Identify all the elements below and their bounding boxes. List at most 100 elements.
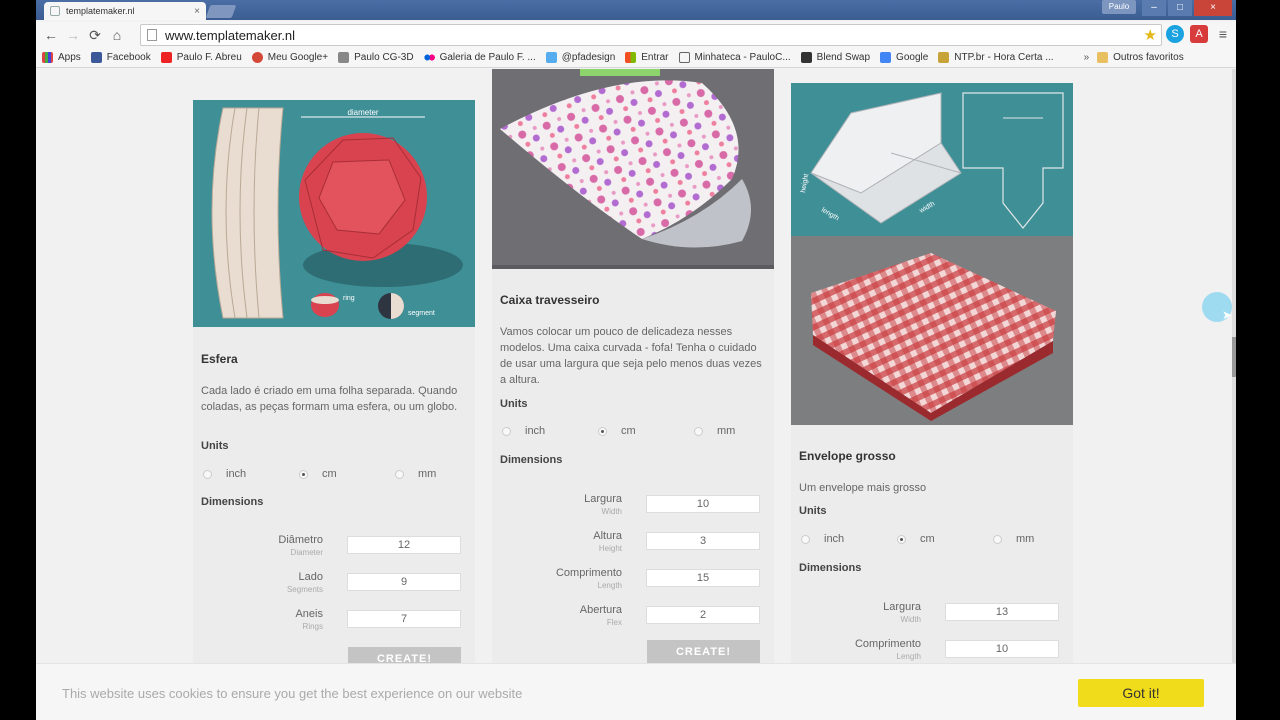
- diameter-input[interactable]: [347, 536, 461, 554]
- back-button[interactable]: ←: [40, 27, 62, 43]
- sphere-template-image[interactable]: diameter ring segment: [193, 100, 475, 327]
- radio-button-selected[interactable]: [598, 426, 607, 436]
- folder-icon: [1097, 52, 1109, 63]
- radio-button[interactable]: [801, 534, 810, 544]
- url-text: www.templatemaker.nl: [165, 27, 296, 43]
- radio-button[interactable]: [203, 469, 212, 479]
- pillow-box-image[interactable]: [492, 69, 774, 269]
- unit-radio-inch[interactable]: inch: [203, 468, 299, 480]
- bookmark-minhateca[interactable]: Minhateca - PauloC...: [678, 52, 791, 63]
- ring-label: ring: [343, 295, 355, 302]
- bookmark-facebook[interactable]: Facebook: [90, 52, 151, 63]
- profile-button[interactable]: Paulo: [1102, 0, 1136, 14]
- create-button[interactable]: CREATE!: [647, 640, 760, 664]
- unit-radio-inch[interactable]: inch: [502, 425, 598, 437]
- facebook-icon: [90, 52, 102, 63]
- radio-button[interactable]: [395, 469, 404, 479]
- unit-radio-mm[interactable]: mm: [694, 425, 790, 437]
- radio-button-selected[interactable]: [897, 534, 906, 544]
- close-window-button[interactable]: ×: [1194, 0, 1232, 16]
- card-description: Vamos colocar um pouco de delicadeza nes…: [500, 326, 762, 386]
- address-bar[interactable]: www.templatemaker.nl ★: [140, 24, 1162, 46]
- segment-label: segment: [408, 310, 435, 317]
- microsoft-icon: [625, 52, 637, 63]
- card-title[interactable]: Caixa travesseiro: [500, 293, 599, 307]
- card-title[interactable]: Envelope grosso: [799, 449, 896, 463]
- card-description: Cada lado é criado em uma folha separada…: [201, 385, 458, 413]
- dimensions-label: Dimensions: [500, 454, 563, 466]
- width-input[interactable]: [646, 495, 760, 513]
- length-input[interactable]: [646, 569, 760, 587]
- maximize-button[interactable]: □: [1168, 0, 1192, 16]
- card-description: Um envelope mais grosso: [799, 482, 927, 494]
- bookmark-google[interactable]: Google: [880, 52, 928, 63]
- field-flex: Abertura Flex: [504, 604, 774, 638]
- cookie-message: This website uses cookies to ensure you …: [62, 686, 523, 701]
- radio-button[interactable]: [694, 426, 703, 436]
- bookmark-entrar[interactable]: Entrar: [625, 52, 669, 63]
- units-label: Units: [201, 440, 229, 452]
- length-input[interactable]: [945, 640, 1059, 658]
- bookmark-youtube[interactable]: Paulo F. Abreu: [160, 52, 242, 63]
- envelope-image[interactable]: height length width: [791, 83, 1073, 425]
- radio-button[interactable]: [993, 534, 1002, 544]
- new-tab-button[interactable]: [205, 5, 237, 18]
- cg3d-icon: [338, 52, 350, 63]
- bookmark-cg3d[interactable]: Paulo CG-3D: [338, 52, 414, 63]
- reload-button[interactable]: ⟳: [84, 27, 106, 44]
- flex-input[interactable]: [646, 606, 760, 624]
- browser-tab[interactable]: templatemaker.nl ×: [44, 2, 206, 20]
- blendswap-icon: [800, 52, 812, 63]
- browser-window: templatemaker.nl × Paulo – □ × ← → ⟳ ⌂ w…: [36, 0, 1236, 720]
- unit-radio-cm[interactable]: cm: [299, 468, 395, 480]
- field-width: Largura Width: [803, 601, 1073, 635]
- page-favicon-icon: [50, 6, 60, 16]
- pdf-extension-icon[interactable]: A: [1190, 25, 1208, 43]
- width-input[interactable]: [945, 603, 1059, 621]
- card-title[interactable]: Esfera: [201, 352, 238, 366]
- bookmark-blendswap[interactable]: Blend Swap: [800, 52, 870, 63]
- units-label: Units: [500, 398, 528, 410]
- rings-input[interactable]: [347, 610, 461, 628]
- window-controls: Paulo – □ ×: [1102, 0, 1232, 16]
- browser-toolbar: ← → ⟳ ⌂ www.templatemaker.nl ★ S A ≡: [36, 22, 1236, 48]
- template-card-envelope-grosso: height length width Envelope grosso Um e…: [791, 83, 1073, 703]
- other-bookmarks-folder[interactable]: Outros favoritos: [1097, 52, 1184, 63]
- diameter-label: diameter: [347, 108, 378, 117]
- minimize-button[interactable]: –: [1142, 0, 1166, 16]
- forward-button[interactable]: →: [62, 27, 84, 43]
- field-length: Comprimento Length: [504, 567, 774, 601]
- unit-radio-cm[interactable]: cm: [897, 533, 993, 545]
- bookmarks-bar: Apps Facebook Paulo F. Abreu Meu Google+…: [36, 48, 1236, 68]
- tab-close-icon[interactable]: ×: [194, 6, 200, 17]
- bookmark-ntp[interactable]: NTP.br - Hora Certa ...: [938, 52, 1054, 63]
- bookmark-twitter[interactable]: @pfadesign: [545, 52, 615, 63]
- unit-radio-cm[interactable]: cm: [598, 425, 694, 437]
- bookmark-star-icon[interactable]: ★: [1144, 26, 1157, 44]
- unit-radio-mm[interactable]: mm: [993, 533, 1089, 545]
- radio-button[interactable]: [502, 426, 511, 436]
- ntp-icon: [938, 52, 950, 63]
- unit-radio-inch[interactable]: inch: [801, 533, 897, 545]
- unit-radio-mm[interactable]: mm: [395, 468, 491, 480]
- bookmark-google-plus[interactable]: Meu Google+: [251, 52, 328, 63]
- cookie-accept-button[interactable]: Got it!: [1078, 679, 1204, 707]
- bookmark-flickr[interactable]: Galeria de Paulo F. ...: [423, 52, 536, 63]
- menu-icon[interactable]: ≡: [1214, 25, 1232, 43]
- page-content: diameter ring segment Esfera Cada lado é…: [36, 69, 1236, 720]
- title-bar: templatemaker.nl × Paulo – □ ×: [36, 0, 1236, 20]
- dimensions-label: Dimensions: [799, 562, 862, 574]
- radio-button-selected[interactable]: [299, 469, 308, 479]
- field-segments: Lado Segments: [205, 571, 475, 605]
- field-height: Altura Height: [504, 530, 774, 564]
- google-plus-icon: [251, 52, 263, 63]
- more-bookmarks-chevron[interactable]: »: [1084, 52, 1090, 63]
- home-button[interactable]: ⌂: [106, 27, 128, 43]
- skype-extension-icon[interactable]: S: [1166, 25, 1184, 43]
- youtube-icon: [160, 52, 172, 63]
- tab-title: templatemaker.nl: [66, 6, 135, 16]
- height-input[interactable]: [646, 532, 760, 550]
- segments-input[interactable]: [347, 573, 461, 591]
- flickr-icon: [423, 52, 435, 63]
- bookmark-apps[interactable]: Apps: [42, 52, 81, 63]
